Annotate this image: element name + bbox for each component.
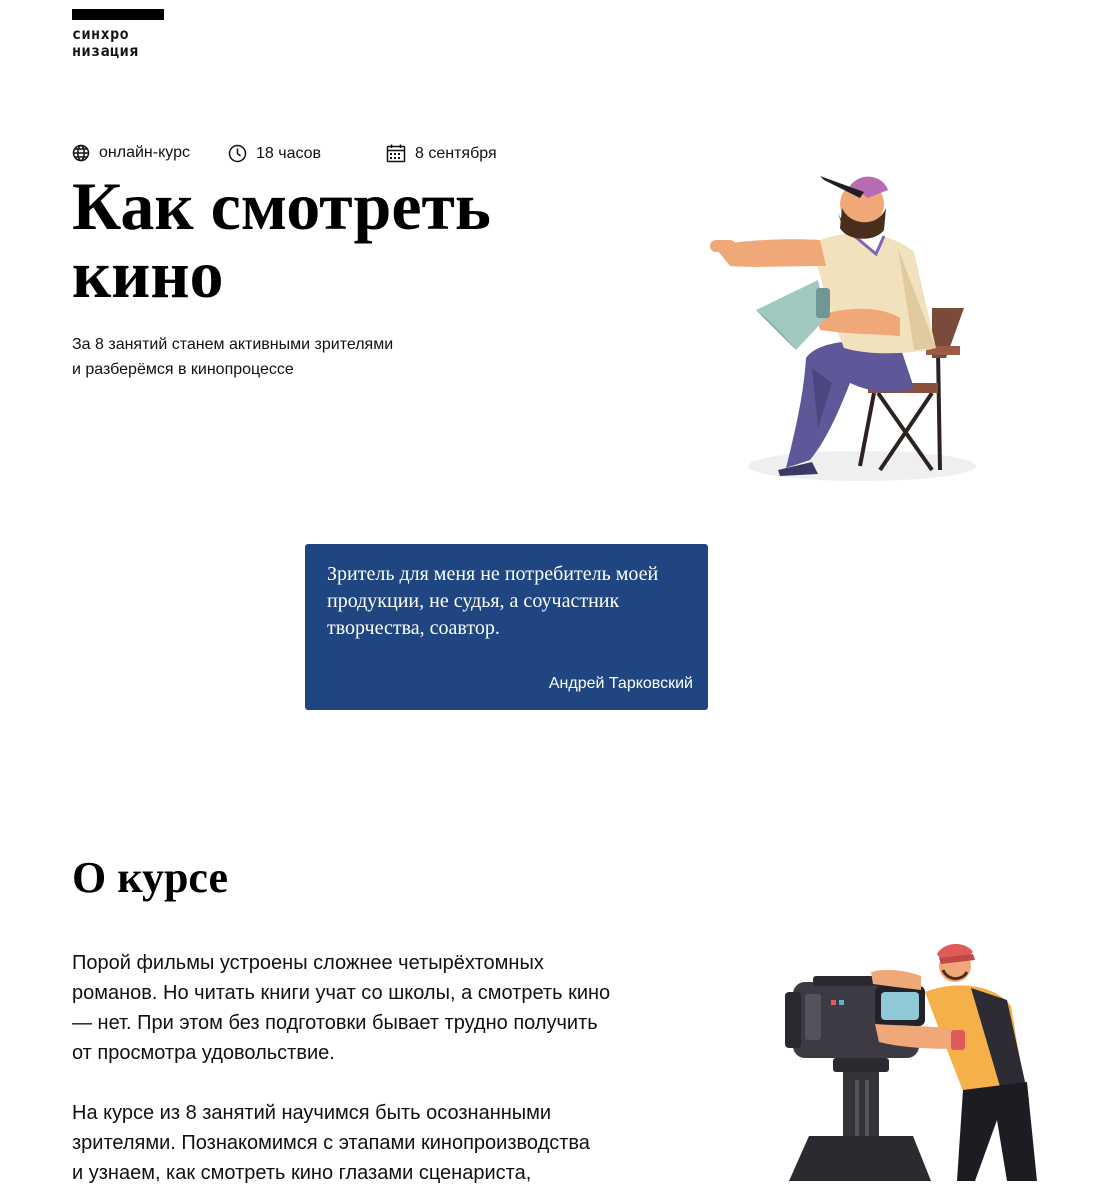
meta-duration-label: 18 часов <box>256 144 322 162</box>
hero-subtitle-line-1: За 8 занятий станем активными зрителями <box>72 336 394 353</box>
logo-line-1: синхро <box>72 25 130 43</box>
quote-author: Андрей Тарковский <box>548 675 693 692</box>
hero-title-line-1: Как смотреть <box>72 168 491 244</box>
about-p2-line-1: На курсе из 8 занятий научимся быть осоз… <box>72 1102 552 1124</box>
globe-icon <box>72 144 90 162</box>
about-title: О курсе <box>72 853 229 902</box>
quote-line-1: Зритель для меня не потребитель моей <box>327 563 659 585</box>
about-p1-line-3: — нет. При этом без подготовки бывает тр… <box>72 1012 598 1034</box>
about-paragraph-1: Порой фильмы устроены сложнее четырёхтом… <box>72 948 642 1068</box>
about-p1-line-2: романов. Но читать книги учат со школы, … <box>72 982 611 1004</box>
logo-bar <box>72 9 164 20</box>
hero-subtitle: За 8 занятий станем активными зрителями … <box>72 332 393 382</box>
hero-title: Как смотреть кино <box>72 172 491 308</box>
meta-format-label: онлайн-курс <box>99 144 190 161</box>
meta-duration: 18 часов <box>228 144 321 163</box>
about-p2-line-2: зрителями. Познакомимся с этапами кинопр… <box>72 1132 590 1154</box>
meta-start-label: 8 сентября <box>415 144 497 162</box>
about-p1-line-1: Порой фильмы устроены сложнее четырёхтом… <box>72 952 544 974</box>
logo[interactable]: синхро низация <box>72 9 164 60</box>
about-p1-line-4: от просмотра удовольствие. <box>72 1042 335 1064</box>
quote-line-2: продукции, не судья, а соучастник <box>327 590 620 612</box>
clock-icon <box>228 144 247 163</box>
about-paragraph-2: На курсе из 8 занятий научимся быть осоз… <box>72 1098 642 1188</box>
course-meta: онлайн-курс 18 часов 8 сентября <box>72 144 592 168</box>
hero-subtitle-line-2: и разберёмся в кинопроцессе <box>72 361 294 378</box>
meta-start: 8 сентября <box>386 144 497 163</box>
calendar-icon <box>386 144 406 163</box>
quote-line-3: творчества, соавтор. <box>327 617 500 639</box>
quote-card: Зритель для меня не потребитель моей про… <box>305 544 708 710</box>
director-illustration <box>710 176 976 481</box>
meta-format: онлайн-курс <box>72 144 190 162</box>
quote-text: Зритель для меня не потребитель моей про… <box>327 561 686 642</box>
hero-title-line-2: кино <box>72 236 224 312</box>
logo-text: синхро низация <box>72 26 164 60</box>
logo-line-2: низация <box>72 42 139 60</box>
cameraman-illustration <box>785 943 1037 1181</box>
